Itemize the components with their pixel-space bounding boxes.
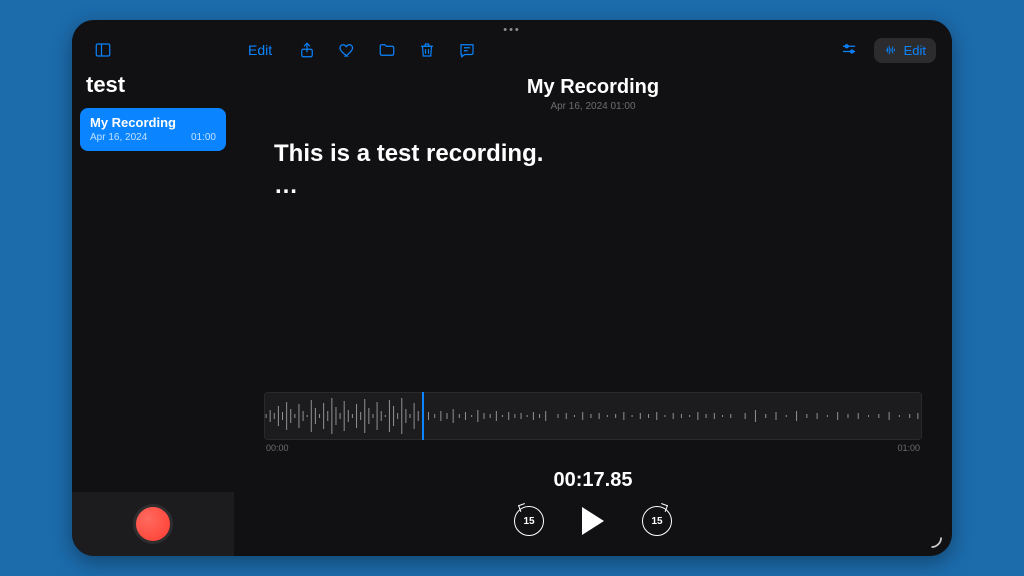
playhead[interactable] (422, 392, 424, 440)
sidebar-title: test (72, 68, 234, 108)
skip-back-label: 15 (523, 516, 534, 527)
main-header: My Recording Apr 16, 2024 01:00 (264, 76, 922, 112)
skip-forward-15-button[interactable]: 15 (642, 506, 672, 536)
transcript: This is a test recording. … (264, 140, 922, 200)
recording-item-duration: 01:00 (191, 132, 216, 143)
voice-memos-window: ••• Edit Edit test (72, 20, 952, 556)
recording-list-item[interactable]: My Recording Apr 16, 2024 01:00 (80, 108, 226, 151)
toolbar: Edit Edit (72, 32, 952, 68)
record-button[interactable] (133, 504, 173, 544)
play-button[interactable] (582, 507, 604, 535)
transcript-ellipsis: … (274, 172, 922, 200)
recording-subtitle: Apr 16, 2024 01:00 (264, 101, 922, 112)
window-handle-icon[interactable]: ••• (503, 24, 521, 36)
main-panel: My Recording Apr 16, 2024 01:00 This is … (234, 68, 952, 556)
edit-recording-button[interactable]: Edit (874, 38, 936, 63)
current-time: 00:17.85 (264, 469, 922, 492)
folder-icon[interactable] (372, 35, 402, 65)
favorite-icon[interactable] (332, 35, 362, 65)
sidebar: test My Recording Apr 16, 2024 01:00 (72, 68, 234, 556)
transcript-text: This is a test recording. (274, 140, 922, 168)
share-icon[interactable] (292, 35, 322, 65)
time-end: 01:00 (897, 443, 920, 453)
skip-back-15-button[interactable]: 15 (514, 506, 544, 536)
waveform[interactable] (264, 392, 922, 440)
transport-controls: 15 15 (264, 506, 922, 536)
recording-item-name: My Recording (90, 115, 216, 130)
content: test My Recording Apr 16, 2024 01:00 My … (72, 68, 952, 556)
skip-forward-label: 15 (651, 516, 662, 527)
edit-list-button[interactable]: Edit (248, 42, 272, 58)
time-labels: 00:00 01:00 (264, 443, 922, 453)
transcript-icon[interactable] (452, 35, 482, 65)
resize-handle-icon[interactable] (928, 534, 942, 548)
record-bar (72, 492, 234, 556)
recording-title: My Recording (264, 76, 922, 99)
waveform-area: 00:00 01:00 00:17.85 15 15 (264, 372, 922, 556)
options-icon[interactable] (834, 35, 864, 65)
sidebar-toggle-icon[interactable] (88, 35, 118, 65)
edit-recording-label: Edit (904, 43, 926, 58)
trash-icon[interactable] (412, 35, 442, 65)
time-start: 00:00 (266, 443, 289, 453)
